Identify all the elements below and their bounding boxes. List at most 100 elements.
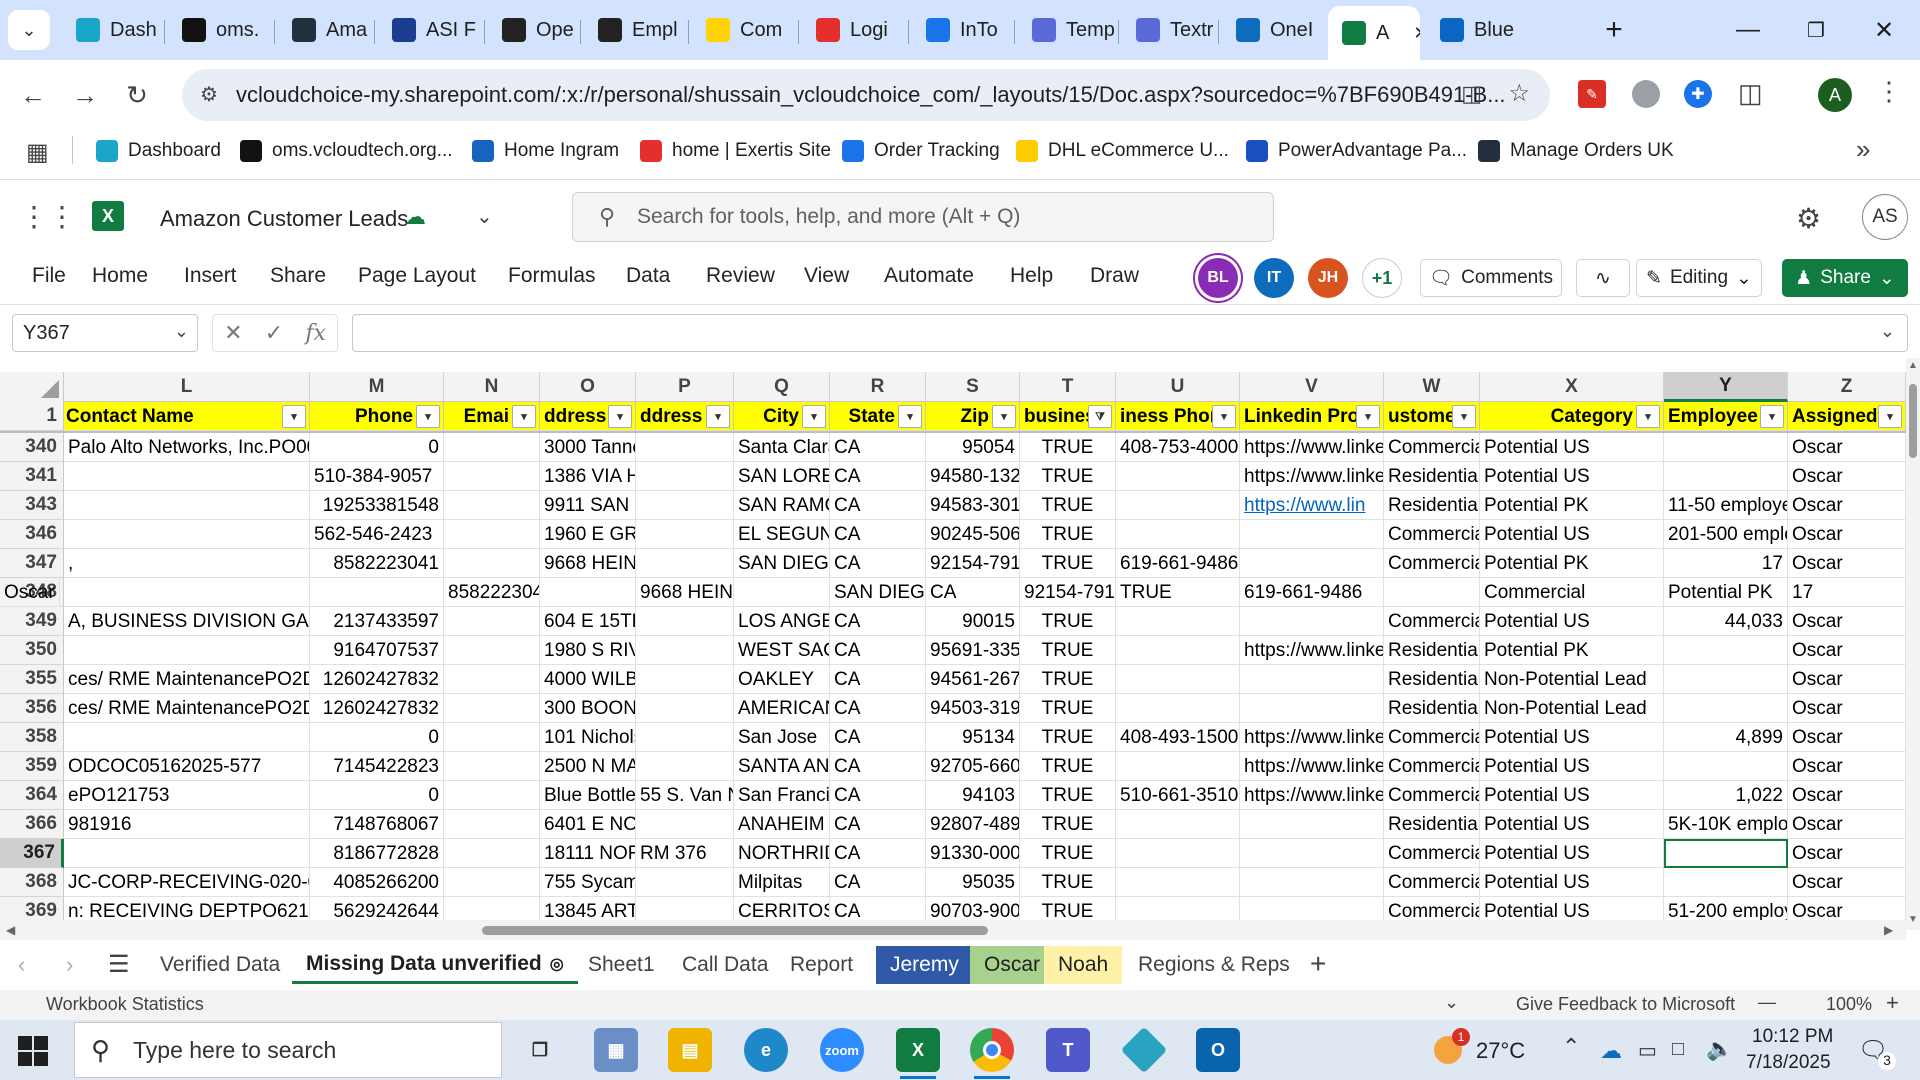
- formula-input[interactable]: ⌄: [352, 314, 1908, 352]
- grid-cell[interactable]: Commercial: [1384, 723, 1480, 752]
- grid-cell[interactable]: CERRITOS: [734, 897, 830, 920]
- column-header[interactable]: M: [310, 372, 444, 402]
- grid-cell[interactable]: TRUE: [1020, 607, 1116, 636]
- bookmark-star-icon[interactable]: ☆: [1508, 79, 1530, 108]
- presence-avatar[interactable]: BL: [1198, 258, 1238, 298]
- grid-cell[interactable]: 619-661-9486: [1240, 578, 1384, 607]
- grid-cell[interactable]: TRUE: [1020, 839, 1116, 868]
- status-chevron-icon[interactable]: ⌄: [1444, 992, 1459, 1013]
- grid-cell[interactable]: [636, 491, 734, 520]
- grid-cell[interactable]: [1664, 636, 1788, 665]
- grid-cell[interactable]: Oscar: [1788, 520, 1906, 549]
- grid-cell[interactable]: [64, 491, 310, 520]
- grid-cell[interactable]: 408-753-4000: [1116, 433, 1240, 462]
- zoom-app-icon[interactable]: zoom: [820, 1028, 864, 1072]
- browser-tab[interactable]: Ope: [488, 8, 576, 52]
- grid-cell[interactable]: Residential: [1384, 665, 1480, 694]
- grid-cell[interactable]: Commercial: [1384, 433, 1480, 462]
- browser-tab[interactable]: Textr: [1122, 8, 1214, 52]
- filter-dropdown-icon[interactable]: ▾: [1760, 405, 1784, 428]
- grid-cell[interactable]: 91330-0001: [926, 839, 1020, 868]
- grid-cell[interactable]: 95054: [926, 433, 1020, 462]
- grid-cell[interactable]: TRUE: [1020, 491, 1116, 520]
- grid-cell[interactable]: 1,022: [1664, 781, 1788, 810]
- grid-cell[interactable]: Commercial: [1480, 578, 1664, 607]
- header-cell[interactable]: Employee C ▾: [1664, 402, 1788, 431]
- grid-cell[interactable]: Commercial: [1384, 549, 1480, 578]
- header-cell[interactable]: business ⧩: [1020, 402, 1116, 431]
- grid-cell[interactable]: ePO121753: [64, 781, 310, 810]
- row-header[interactable]: 350: [0, 636, 64, 665]
- grid-cell[interactable]: [1664, 868, 1788, 897]
- column-header[interactable]: Q: [734, 372, 830, 402]
- grid-cell[interactable]: TRUE: [1020, 781, 1116, 810]
- grid-cell[interactable]: [444, 491, 540, 520]
- grid-cell[interactable]: [1240, 694, 1384, 723]
- sheet-tab[interactable]: Missing Data unverified ◎: [292, 946, 578, 984]
- title-dropdown-icon[interactable]: ⌄: [476, 204, 493, 229]
- grid-cell[interactable]: https://www.lin: [1240, 491, 1384, 520]
- grid-cell[interactable]: Potential PK: [1480, 549, 1664, 578]
- grid-cell[interactable]: CA: [830, 839, 926, 868]
- grid-cell[interactable]: Oscar: [1788, 810, 1906, 839]
- grid-cell[interactable]: [444, 433, 540, 462]
- grid-cell[interactable]: 8582223041: [310, 549, 444, 578]
- grid-cell[interactable]: Commercial: [1384, 781, 1480, 810]
- scroll-right-arrow[interactable]: ▶: [1884, 923, 1893, 937]
- enter-check-icon[interactable]: ✓: [265, 320, 283, 346]
- comments-button[interactable]: 🗨 Comments: [1420, 259, 1562, 297]
- scroll-down-arrow[interactable]: ▼: [1908, 914, 1918, 925]
- grid-cell[interactable]: [444, 607, 540, 636]
- grid-cell[interactable]: 17: [1788, 578, 1906, 607]
- grid-cell[interactable]: https://www.linkedin: [1240, 752, 1384, 781]
- grid-cell[interactable]: Commercial: [1384, 752, 1480, 781]
- vpn-extension-icon[interactable]: ✚: [1684, 80, 1712, 108]
- sheet-tab[interactable]: Sheet1: [574, 946, 669, 984]
- feedback-link[interactable]: Give Feedback to Microsoft: [1516, 994, 1735, 1015]
- grid-cell[interactable]: 8186772828: [310, 839, 444, 868]
- column-header[interactable]: Y: [1664, 372, 1788, 402]
- grid-cell[interactable]: 604 E 15TH ST: [540, 607, 636, 636]
- grid-cell[interactable]: [444, 520, 540, 549]
- grid-cell[interactable]: CA: [830, 665, 926, 694]
- header-cell[interactable]: ustomer ▾: [1384, 402, 1480, 431]
- grid-cell[interactable]: Oscar: [1788, 462, 1906, 491]
- grid-cell[interactable]: CA: [830, 636, 926, 665]
- grid-cell[interactable]: ,: [64, 549, 310, 578]
- grid-cell[interactable]: 9164707537: [310, 636, 444, 665]
- grid-cell[interactable]: LOS ANGELES: [734, 607, 830, 636]
- grid-cell[interactable]: [444, 781, 540, 810]
- grid-cell[interactable]: 55 S. Van Ness: [636, 781, 734, 810]
- grid-cell[interactable]: Oscar: [1788, 607, 1906, 636]
- all-sheets-menu-icon[interactable]: ☰: [108, 950, 130, 979]
- grid-cell[interactable]: 7145422823: [310, 752, 444, 781]
- grid-cell[interactable]: TRUE: [1116, 578, 1240, 607]
- grid-cell[interactable]: [64, 578, 310, 607]
- grid-cell[interactable]: 94103: [926, 781, 1020, 810]
- workbook-statistics[interactable]: Workbook Statistics: [46, 994, 204, 1015]
- sheet-tab[interactable]: Call Data: [668, 946, 782, 984]
- sheet-tab[interactable]: Noah: [1044, 946, 1123, 984]
- grid-cell[interactable]: Non-Potential Lead: [1480, 665, 1664, 694]
- grid-cell[interactable]: 12602427832: [310, 694, 444, 723]
- grid-cell[interactable]: Residential: [1384, 462, 1480, 491]
- grid-cell[interactable]: Potential PK: [1664, 578, 1788, 607]
- grid-cell[interactable]: 562-546-2423: [310, 520, 444, 549]
- grid-cell[interactable]: [1116, 810, 1240, 839]
- bookmark-item[interactable]: PowerAdvantage Pa...: [1246, 136, 1467, 166]
- forward-button[interactable]: →: [66, 76, 104, 114]
- row-header[interactable]: 343: [0, 491, 64, 520]
- grid-cell[interactable]: [1240, 810, 1384, 839]
- battery-icon[interactable]: ▭: [1638, 1038, 1657, 1063]
- grid-cell[interactable]: [444, 636, 540, 665]
- header-cell[interactable]: State ▾: [830, 402, 926, 431]
- column-header[interactable]: W: [1384, 372, 1480, 402]
- grid-cell[interactable]: Oscar: [1788, 839, 1906, 868]
- grid-cell[interactable]: 1980 S RIVER RD: [540, 636, 636, 665]
- column-header[interactable]: T: [1020, 372, 1116, 402]
- grid-cell[interactable]: CA: [830, 897, 926, 920]
- header-cell[interactable]: ddress L ▾: [636, 402, 734, 431]
- site-info-icon[interactable]: ⚙: [200, 82, 218, 107]
- grid-cell[interactable]: Potential US: [1480, 839, 1664, 868]
- column-header[interactable]: Z: [1788, 372, 1906, 402]
